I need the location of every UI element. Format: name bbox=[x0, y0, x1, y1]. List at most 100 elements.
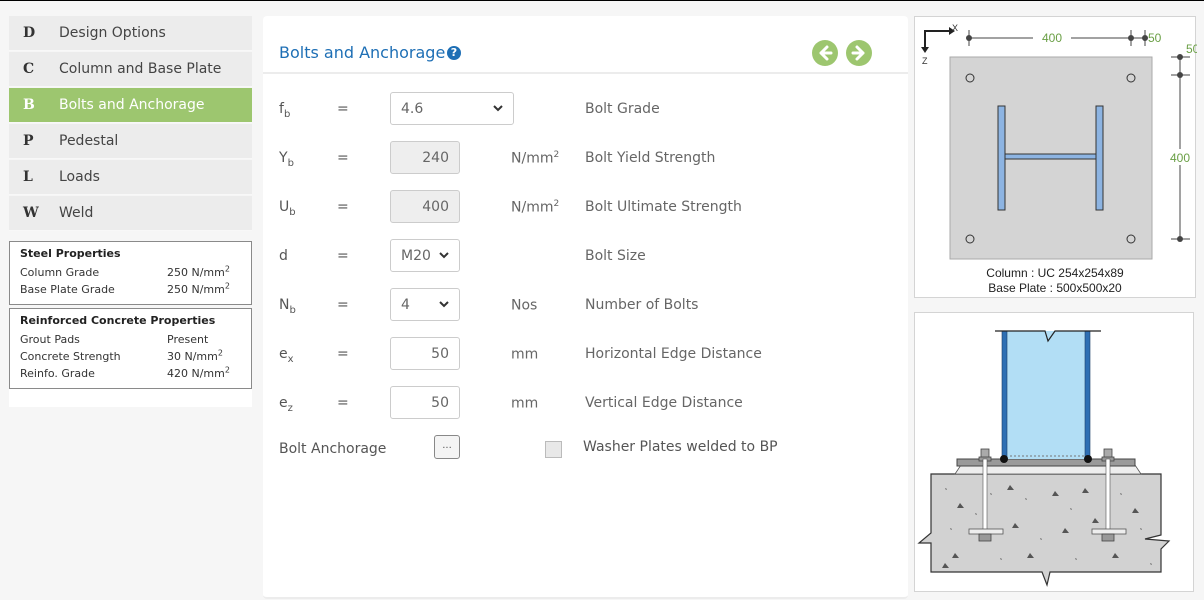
symbol-label: Nb bbox=[279, 297, 296, 316]
washer-plates-checkbox[interactable] bbox=[545, 441, 562, 458]
description-label: Bolt Size bbox=[585, 248, 646, 264]
unit-label: mm bbox=[511, 395, 539, 412]
sidebar-item-label: Bolts and Anchorage bbox=[59, 97, 205, 113]
sidebar-item-letter: P bbox=[23, 133, 34, 149]
main-panel: Bolts and Anchorage ? fb = 4.6 Bolt Grad… bbox=[263, 16, 908, 599]
sidebar-item-label: Loads bbox=[59, 169, 100, 185]
axis-x-label: X bbox=[952, 23, 958, 33]
property-row: Column Grade 250 N/mm2 bbox=[20, 264, 241, 281]
dim-right-edge: 50 bbox=[1186, 42, 1197, 56]
property-value: Present bbox=[167, 333, 209, 346]
sidebar-item-label: Pedestal bbox=[59, 133, 119, 149]
equals-sign: = bbox=[337, 101, 349, 117]
column-caption: Column : UC 254x254x89 bbox=[986, 266, 1124, 280]
form-row-bolt-grade: fb = 4.6 Bolt Grade bbox=[279, 92, 899, 128]
sidebar-item-pedestal[interactable]: P Pedestal bbox=[9, 124, 252, 159]
column-elevation bbox=[995, 330, 1101, 463]
equals-sign: = bbox=[337, 199, 349, 215]
sidebar-item-letter: B bbox=[23, 97, 35, 113]
sidebar-item-label: Design Options bbox=[59, 25, 166, 41]
sidebar-item-weld[interactable]: W Weld bbox=[9, 196, 252, 231]
arrow-right-icon bbox=[851, 45, 865, 61]
property-row: Reinfo. Grade 420 N/mm2 bbox=[20, 365, 241, 382]
form-row-bolt-ultimate-strength: Ub = 400 N/mm2 Bolt Ultimate Strength bbox=[279, 190, 899, 226]
sidebar-nav: D Design Options C Column and Base Plate B… bbox=[9, 16, 252, 231]
dim-top-edge: 50 bbox=[1148, 31, 1162, 45]
property-row: Grout Pads Present bbox=[20, 331, 241, 348]
vertical-edge-distance-input[interactable]: 50 bbox=[390, 386, 460, 419]
bolt-yield-strength-readonly-field: 240 bbox=[390, 141, 460, 174]
description-label: Bolt Ultimate Strength bbox=[585, 199, 742, 215]
description-label: Horizontal Edge Distance bbox=[585, 346, 762, 362]
unit-label: N/mm2 bbox=[511, 199, 560, 216]
base-plate-caption: Base Plate : 500x500x20 bbox=[988, 281, 1122, 295]
form-row-bolt-yield-strength: Yb = 240 N/mm2 Bolt Yield Strength bbox=[279, 141, 899, 177]
bolt-anchorage-label: Bolt Anchorage bbox=[279, 441, 387, 457]
equals-sign: = bbox=[337, 346, 349, 362]
property-value: 420 N/mm2 bbox=[167, 365, 230, 380]
property-key: Concrete Strength bbox=[20, 350, 121, 363]
equals-sign: = bbox=[337, 395, 349, 411]
equals-sign: = bbox=[337, 150, 349, 166]
symbol-label: d bbox=[279, 248, 288, 264]
symbol-label: Ub bbox=[279, 199, 296, 218]
right-dimension-line bbox=[1168, 54, 1194, 242]
sidebar-item-label: Column and Base Plate bbox=[59, 61, 222, 77]
sidebar-footer bbox=[9, 389, 252, 407]
horizontal-edge-distance-input[interactable]: 50 bbox=[390, 337, 460, 370]
concrete-pedestal bbox=[917, 473, 1171, 588]
sidebar-item-loads[interactable]: L Loads bbox=[9, 160, 252, 195]
form-row-vertical-edge-distance: ez = 50 mm Vertical Edge Distance bbox=[279, 386, 899, 422]
property-key: Grout Pads bbox=[20, 333, 80, 346]
unit-label: mm bbox=[511, 346, 539, 363]
bolt-grade-select[interactable]: 4.6 bbox=[390, 92, 514, 125]
steel-properties-box: Steel Properties Column Grade 250 N/mm2 B… bbox=[9, 241, 252, 305]
symbol-label: ex bbox=[279, 346, 294, 365]
property-value: 250 N/mm2 bbox=[167, 281, 230, 296]
number-of-bolts-select[interactable]: 4 bbox=[390, 288, 460, 321]
description-label: Number of Bolts bbox=[585, 297, 699, 313]
sidebar-item-design-options[interactable]: D Design Options bbox=[9, 16, 252, 51]
next-button[interactable] bbox=[846, 40, 872, 66]
sidebar-item-letter: L bbox=[23, 169, 33, 185]
sidebar-item-letter: W bbox=[23, 205, 39, 221]
property-key: Base Plate Grade bbox=[20, 283, 115, 296]
description-label: Bolt Yield Strength bbox=[585, 150, 716, 166]
arrow-left-icon bbox=[819, 45, 833, 61]
axis-indicator-icon bbox=[921, 27, 955, 53]
concrete-properties-title: Reinforced Concrete Properties bbox=[20, 314, 216, 327]
page-title: Bolts and Anchorage bbox=[279, 43, 446, 62]
sidebar-item-letter: D bbox=[23, 25, 36, 41]
unit-label: Nos bbox=[511, 297, 538, 314]
symbol-label: ez bbox=[279, 395, 293, 414]
sidebar-item-bolts-and-anchorage[interactable]: B Bolts and Anchorage bbox=[9, 88, 252, 123]
help-icon[interactable]: ? bbox=[447, 46, 461, 60]
sidebar-item-letter: C bbox=[23, 61, 35, 77]
window-top-border bbox=[0, 0, 1204, 1]
symbol-label: fb bbox=[279, 101, 291, 120]
bolt-ultimate-strength-readonly-field: 400 bbox=[390, 190, 460, 223]
description-label: Vertical Edge Distance bbox=[585, 395, 743, 411]
sidebar-item-column-and-base-plate[interactable]: C Column and Base Plate bbox=[9, 52, 252, 87]
bolt-anchorage-button[interactable]: ... bbox=[434, 435, 460, 459]
washer-plates-label: Washer Plates welded to BP bbox=[583, 439, 778, 455]
previous-button[interactable] bbox=[812, 40, 838, 66]
bolt-size-select[interactable]: M20 bbox=[390, 239, 460, 272]
chevron-down-icon bbox=[439, 249, 449, 262]
description-label: Bolt Grade bbox=[585, 101, 660, 117]
axis-z-label: Z bbox=[922, 56, 928, 66]
property-value: 250 N/mm2 bbox=[167, 264, 230, 279]
concrete-properties-box: Reinforced Concrete Properties Grout Pad… bbox=[9, 308, 252, 389]
steel-properties-title: Steel Properties bbox=[20, 247, 121, 260]
symbol-label: Yb bbox=[279, 150, 294, 169]
sidebar-item-label: Weld bbox=[59, 205, 94, 221]
property-key: Reinfo. Grade bbox=[20, 367, 95, 380]
panel-header: Bolts and Anchorage ? bbox=[263, 16, 908, 74]
sidebar: D Design Options C Column and Base Plate B… bbox=[9, 16, 252, 407]
unit-label: N/mm2 bbox=[511, 150, 560, 167]
form-row-bolt-size: d = M20 Bolt Size bbox=[279, 239, 899, 275]
form-row-horizontal-edge-distance: ex = 50 mm Horizontal Edge Distance bbox=[279, 337, 899, 373]
anchorage-elevation-figure bbox=[914, 312, 1194, 592]
dim-right-main: 400 bbox=[1170, 151, 1190, 165]
dim-top-main: 400 bbox=[1042, 31, 1062, 45]
